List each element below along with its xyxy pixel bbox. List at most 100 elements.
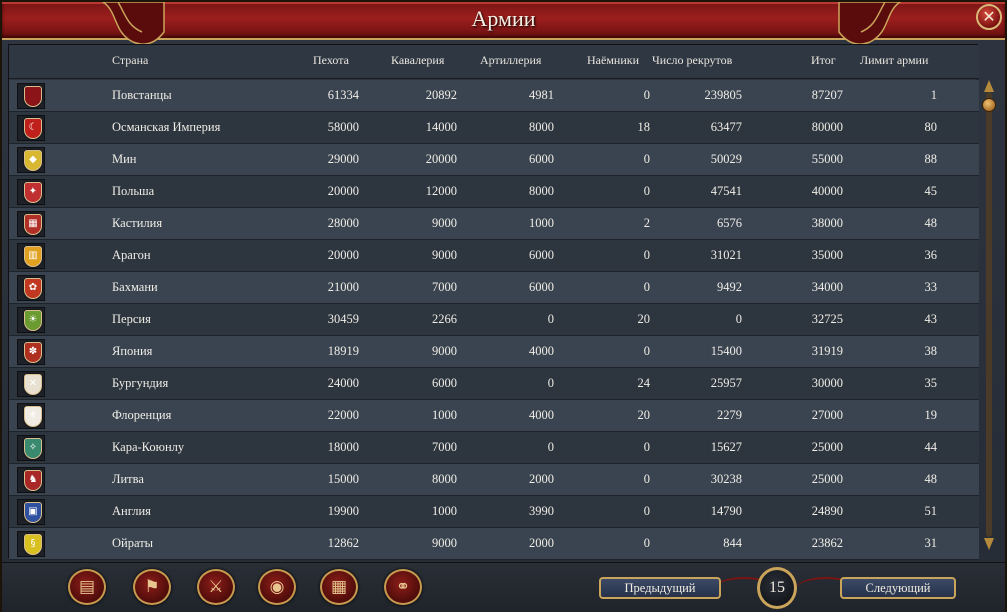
cell-artillery: 4981 bbox=[529, 88, 554, 102]
swords-button[interactable]: ⚔ bbox=[197, 569, 235, 605]
castile-shield-icon: ▦ bbox=[24, 214, 42, 235]
flag-frame[interactable]: ✿ bbox=[17, 275, 45, 301]
table-row[interactable]: ✕ Бургундия 24000 6000 0 24 25957 30000 35 bbox=[9, 368, 979, 400]
scrollbar-thumb[interactable] bbox=[982, 98, 996, 112]
column-header-cavalry[interactable]: Кавалерия bbox=[391, 53, 444, 68]
table-row[interactable]: ✧ Кара-Коюнлу 18000 7000 0 0 15627 25000 44 bbox=[9, 432, 979, 464]
next-page-button[interactable]: Следующий bbox=[840, 577, 956, 599]
cell-artillery: 4000 bbox=[529, 344, 554, 358]
cell-mercenaries: 18 bbox=[637, 120, 651, 134]
table-row[interactable]: ▦ Кастилия 28000 9000 1000 2 6576 38000 48 bbox=[9, 208, 979, 240]
cell-army-limit: 44 bbox=[924, 440, 938, 454]
table-row[interactable]: ✦ Польша 20000 12000 8000 0 47541 40000 45 bbox=[9, 176, 979, 208]
flag-frame[interactable]: ♞ bbox=[17, 467, 45, 493]
flag-frame[interactable]: ▥ bbox=[17, 243, 45, 269]
table-row[interactable]: ▥ Арагон 20000 9000 6000 0 31021 35000 36 bbox=[9, 240, 979, 272]
cell-recruits: 31021 bbox=[710, 248, 742, 262]
flag-frame[interactable]: ⚜ bbox=[17, 403, 45, 429]
page-number: 15 bbox=[757, 567, 797, 609]
cell-cavalry: 7000 bbox=[432, 280, 457, 294]
cell-mercenaries: 24 bbox=[637, 376, 651, 390]
cell-total: 27000 bbox=[811, 408, 843, 422]
cell-artillery: 1000 bbox=[529, 216, 554, 230]
england-shield-icon: ▣ bbox=[24, 502, 42, 523]
cell-country: Англия bbox=[112, 504, 151, 518]
burgundy-shield-icon: ✕ bbox=[24, 374, 42, 395]
flag-frame[interactable]: ▣ bbox=[17, 499, 45, 525]
ottoman-shield-icon: ☾ bbox=[24, 118, 42, 139]
shield-emblem: ✧ bbox=[28, 442, 38, 453]
bahmani-shield-icon: ✿ bbox=[24, 278, 42, 299]
column-header-artillery[interactable]: Артиллерия bbox=[480, 53, 541, 68]
table-row[interactable]: ♞ Литва 15000 8000 2000 0 30238 25000 48 bbox=[9, 464, 979, 496]
flag-frame[interactable]: ✽ bbox=[17, 339, 45, 365]
flag-frame[interactable]: ☀ bbox=[17, 307, 45, 333]
table-row[interactable]: ☾ Османская Империя 58000 14000 8000 18 63477 8… bbox=[9, 112, 979, 144]
cell-mercenaries: 0 bbox=[643, 504, 650, 518]
trade-button[interactable]: ▦ bbox=[320, 569, 358, 605]
armies-table: Страна Пехота Кавалерия Артиллерия Наёмн… bbox=[8, 44, 979, 560]
cell-cavalry: 20892 bbox=[425, 88, 457, 102]
shield-emblem: ✿ bbox=[28, 282, 38, 293]
scroll-up-arrow-icon[interactable] bbox=[984, 80, 994, 92]
cell-army-limit: 88 bbox=[924, 152, 938, 166]
shield-emblem: ✕ bbox=[28, 378, 38, 389]
cell-army-limit: 80 bbox=[924, 120, 938, 134]
cell-recruits: 15627 bbox=[710, 440, 742, 454]
scroll-down-arrow-icon[interactable] bbox=[984, 538, 994, 550]
cell-mercenaries: 0 bbox=[643, 472, 650, 486]
column-header-recruits[interactable]: Число рекрутов bbox=[652, 53, 732, 68]
column-header-total[interactable]: Итог bbox=[811, 53, 836, 68]
shield-emblem: ▥ bbox=[28, 250, 38, 261]
flag-frame[interactable]: ☾ bbox=[17, 115, 45, 141]
table-row[interactable]: ✽ Япония 18919 9000 4000 0 15400 31919 38 bbox=[9, 336, 979, 368]
flag-frame[interactable]: ✕ bbox=[17, 371, 45, 397]
cell-recruits: 2279 bbox=[717, 408, 742, 422]
cell-infantry: 19900 bbox=[327, 504, 359, 518]
shield-emblem: ☀ bbox=[28, 314, 38, 325]
cell-infantry: 61334 bbox=[327, 88, 359, 102]
column-header-country[interactable]: Страна bbox=[112, 53, 148, 68]
shield-emblem: ⚜ bbox=[28, 410, 38, 421]
handshake-button[interactable]: ⚭ bbox=[384, 569, 422, 605]
cell-recruits: 50029 bbox=[710, 152, 742, 166]
column-header-army-limit[interactable]: Лимит армии bbox=[860, 53, 928, 68]
flag-frame[interactable]: ▦ bbox=[17, 211, 45, 237]
cell-total: 35000 bbox=[811, 248, 843, 262]
cell-total: 34000 bbox=[811, 280, 843, 294]
coins-button[interactable]: ◉ bbox=[258, 569, 296, 605]
column-header-infantry[interactable]: Пехота bbox=[313, 53, 349, 68]
cell-mercenaries: 20 bbox=[637, 312, 651, 326]
flag-button[interactable]: ⚑ bbox=[133, 569, 171, 605]
close-button[interactable]: ✕ bbox=[976, 4, 1002, 30]
column-header-mercenaries[interactable]: Наёмники bbox=[587, 53, 639, 68]
table-row[interactable]: § Ойраты 12862 9000 2000 0 844 23862 31 bbox=[9, 528, 979, 560]
table-row[interactable]: ☀ Персия 30459 2266 0 20 0 32725 43 bbox=[9, 304, 979, 336]
cell-mercenaries: 0 bbox=[643, 536, 650, 550]
table-row[interactable]: ⚜ Флоренция 22000 1000 4000 20 2279 27000 19 bbox=[9, 400, 979, 432]
cell-country: Персия bbox=[112, 312, 151, 326]
armies-window: Армии ✕ Страна Пехота Кавалерия Артиллер… bbox=[0, 0, 1007, 612]
cell-country: Османская Империя bbox=[112, 120, 221, 134]
shield-emblem: ◆ bbox=[29, 154, 37, 165]
cell-total: 38000 bbox=[811, 216, 843, 230]
table-row[interactable]: Повстанцы 61334 20892 4981 0 239805 87207 1 bbox=[9, 80, 979, 112]
table-row[interactable]: ▣ Англия 19900 1000 3990 0 14790 24890 51 bbox=[9, 496, 979, 528]
flag-frame[interactable]: ✦ bbox=[17, 179, 45, 205]
previous-page-button[interactable]: Предыдущий bbox=[599, 577, 721, 599]
table-row[interactable]: ◆ Мин 29000 20000 6000 0 50029 55000 88 bbox=[9, 144, 979, 176]
flag-frame[interactable] bbox=[17, 83, 45, 109]
cell-artillery: 0 bbox=[547, 312, 554, 326]
scrollbar-track[interactable] bbox=[986, 92, 992, 537]
flag-frame[interactable]: ✧ bbox=[17, 435, 45, 461]
flag-frame[interactable]: § bbox=[17, 531, 45, 557]
cell-infantry: 18919 bbox=[327, 344, 359, 358]
cell-infantry: 20000 bbox=[327, 248, 359, 262]
cell-army-limit: 45 bbox=[924, 184, 938, 198]
flag-frame[interactable]: ◆ bbox=[17, 147, 45, 173]
cell-country: Ойраты bbox=[112, 536, 154, 550]
ledger-button[interactable]: ▤ bbox=[68, 569, 106, 605]
table-row[interactable]: ✿ Бахмани 21000 7000 6000 0 9492 34000 33 bbox=[9, 272, 979, 304]
cell-army-limit: 19 bbox=[924, 408, 938, 422]
cell-artillery: 8000 bbox=[529, 120, 554, 134]
